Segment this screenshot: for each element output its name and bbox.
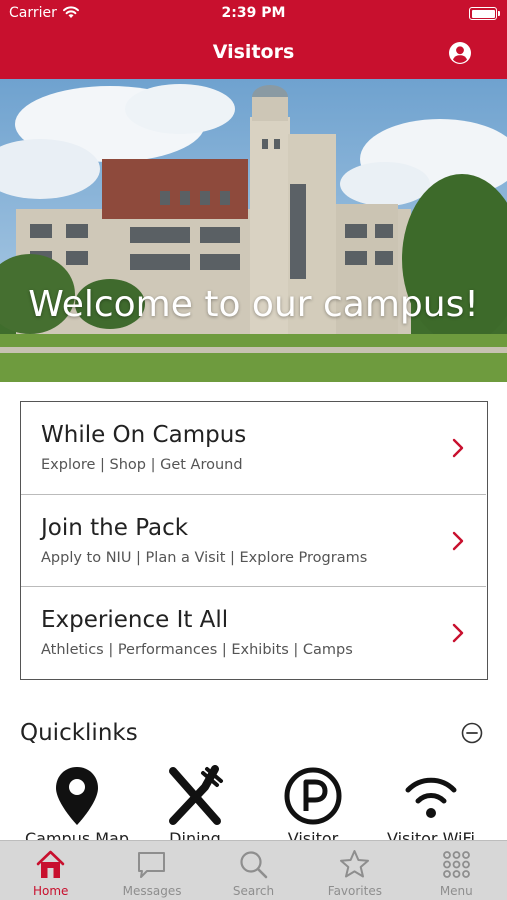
chevron-right-icon	[452, 623, 464, 643]
page-title: Visitors	[212, 41, 295, 63]
quicklink-label: Campus Map	[24, 829, 130, 840]
menu-item-join-the-pack[interactable]: Join the Pack Apply to NIU | Plan a Visi…	[21, 494, 486, 586]
campus-photo	[0, 79, 507, 382]
navigation-bar: Visitors	[0, 28, 507, 79]
quicklink-dining[interactable]: Dining	[140, 765, 250, 840]
profile-icon[interactable]	[448, 41, 472, 65]
tab-label: Messages	[122, 884, 182, 898]
tab-label: Favorites	[327, 884, 382, 898]
quicklink-campus-map[interactable]: Campus Map	[22, 765, 132, 840]
menu-item-subtitle: Explore | Shop | Get Around	[41, 457, 243, 473]
home-icon	[36, 850, 65, 878]
fork-knife-icon	[169, 765, 223, 825]
tab-label: Menu	[439, 884, 473, 898]
quicklink-visitor-parking[interactable]: Visitor Parking	[258, 765, 368, 840]
wifi-icon	[405, 777, 457, 818]
parking-icon	[284, 767, 342, 825]
tab-menu[interactable]: Menu	[406, 841, 507, 900]
app-header: Carrier 2:39 PM Visitors	[0, 0, 507, 79]
tab-bar: Home Messages Search Favorites Menu	[0, 840, 507, 900]
tab-favorites[interactable]: Favorites	[304, 841, 405, 900]
quicklinks-heading: Quicklinks	[20, 720, 138, 746]
menu-item-title: While On Campus	[41, 422, 247, 448]
visitor-menu-card: While On Campus Explore | Shop | Get Aro…	[20, 401, 488, 680]
menu-item-experience-it-all[interactable]: Experience It All Athletics | Performanc…	[21, 586, 486, 678]
quicklink-visitor-wifi[interactable]: Visitor WiFi	[376, 765, 486, 840]
collapse-minus-icon[interactable]	[461, 722, 483, 744]
message-icon	[138, 852, 166, 878]
menu-item-while-on-campus[interactable]: While On Campus Explore | Shop | Get Aro…	[21, 402, 486, 494]
tab-messages[interactable]: Messages	[101, 841, 202, 900]
tab-search[interactable]: Search	[203, 841, 304, 900]
chevron-right-icon	[452, 531, 464, 551]
welcome-text: Welcome to our campus!	[28, 284, 479, 325]
menu-item-subtitle: Apply to NIU | Plan a Visit | Explore Pr…	[41, 550, 368, 566]
menu-item-title: Join the Pack	[41, 515, 189, 541]
status-bar: Carrier 2:39 PM	[0, 0, 507, 28]
quicklink-label: Visitor Parking	[287, 829, 339, 840]
map-pin-icon	[56, 767, 98, 825]
grid-icon	[442, 851, 470, 878]
battery-icon	[469, 7, 500, 20]
star-icon	[340, 850, 370, 878]
quicklink-label: Visitor WiFi	[387, 829, 475, 840]
status-time: 2:39 PM	[221, 5, 286, 21]
menu-item-title: Experience It All	[41, 607, 229, 633]
search-icon	[240, 851, 268, 879]
tab-label: Search	[232, 884, 275, 898]
quicklink-label: Dining	[169, 829, 221, 840]
tab-home[interactable]: Home	[0, 841, 101, 900]
menu-item-subtitle: Athletics | Performances | Exhibits | Ca…	[41, 642, 353, 658]
chevron-right-icon	[452, 438, 464, 458]
tab-label: Home	[32, 884, 69, 898]
hero-banner: Welcome to our campus!	[0, 79, 507, 382]
